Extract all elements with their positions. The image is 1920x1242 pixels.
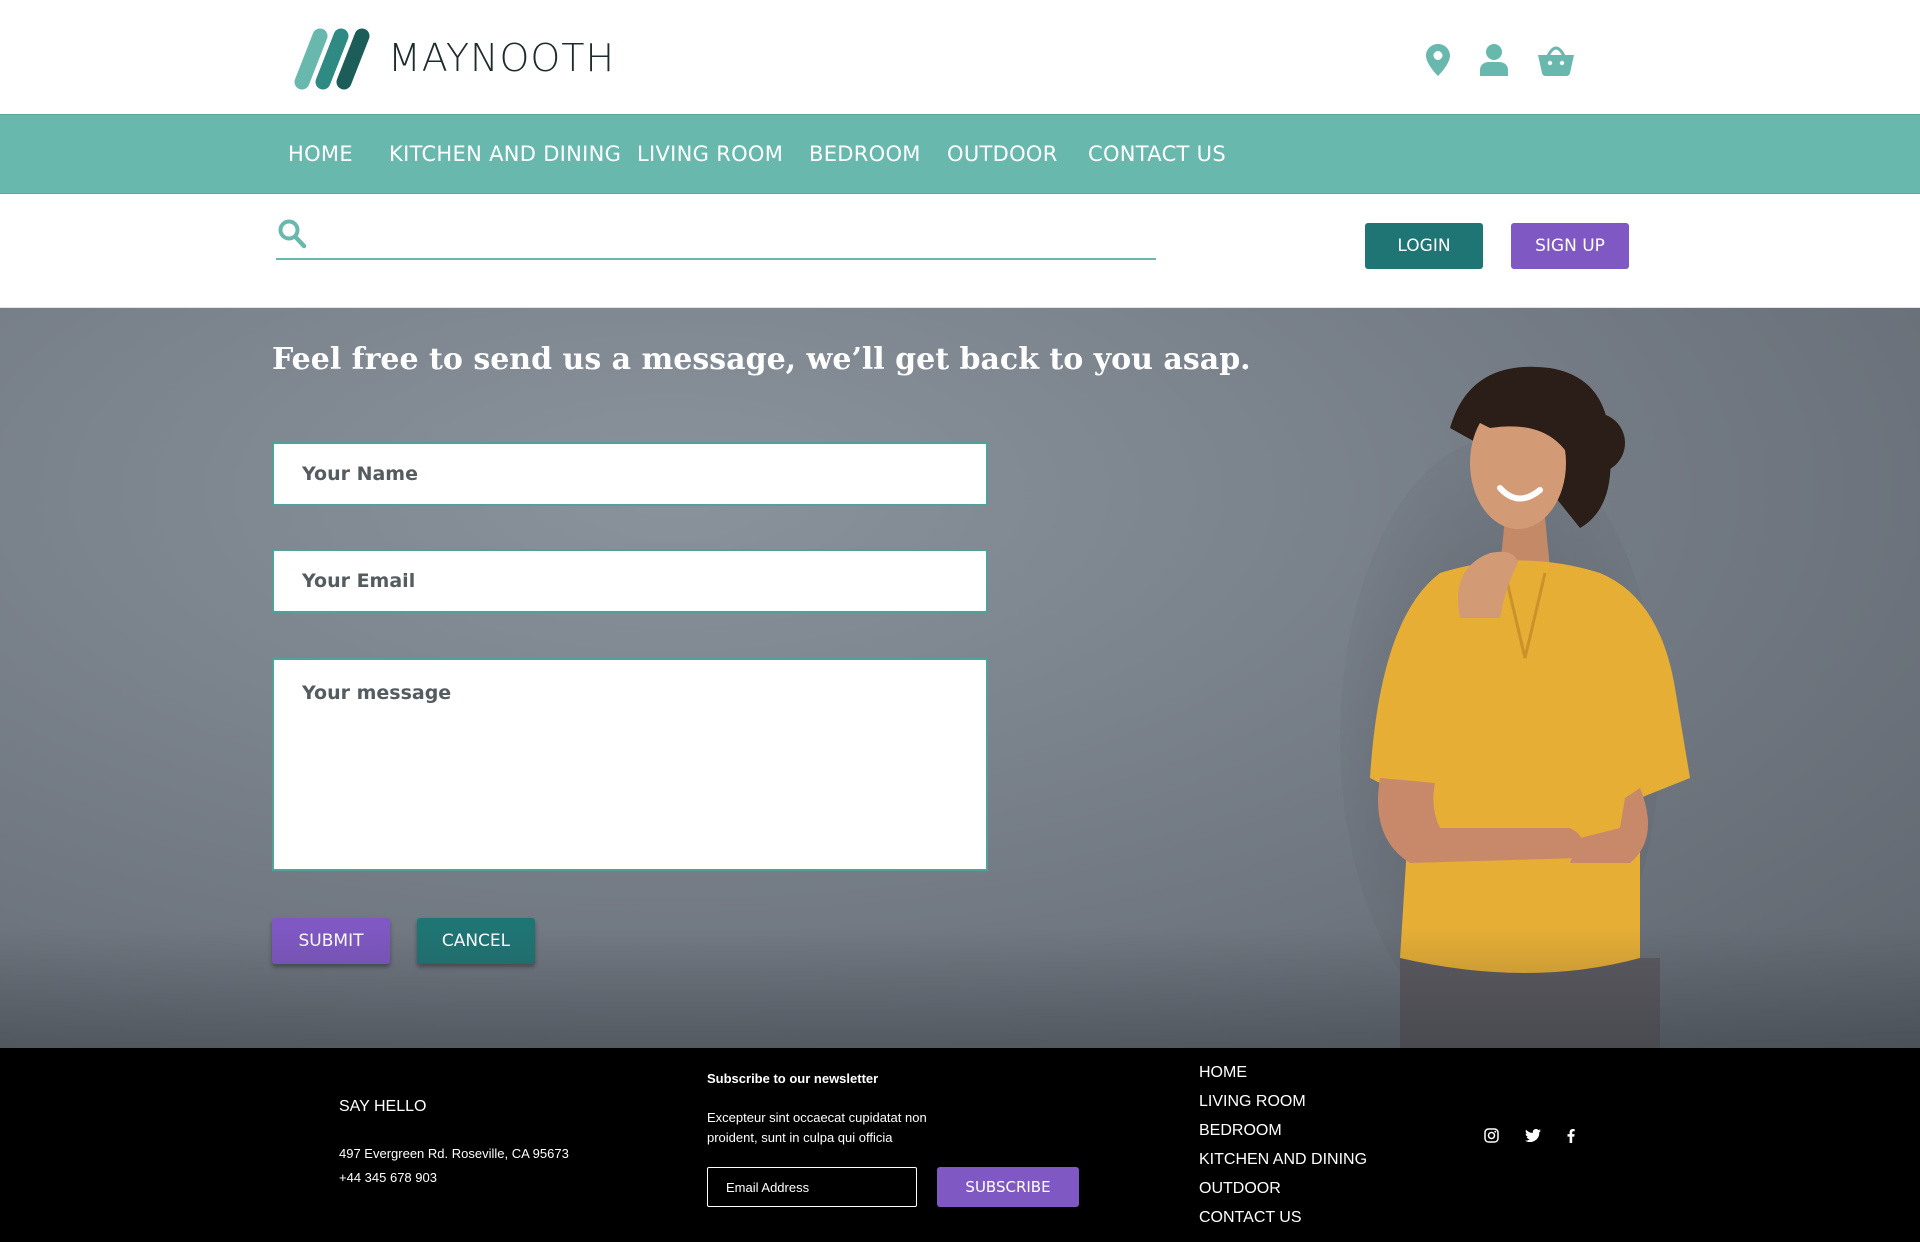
user-icon[interactable] (1480, 44, 1508, 76)
social-links (1484, 1128, 1575, 1143)
nav-item-contact-us[interactable]: CONTACT US (1088, 142, 1226, 166)
footer-say-hello: SAY HELLO (339, 1098, 427, 1115)
site-header: MAYNOOTH (0, 0, 1920, 114)
name-field-wrapper (272, 442, 988, 506)
email-field-wrapper (272, 549, 988, 613)
footer-address: 497 Evergreen Rd. Roseville, CA 95673 (339, 1146, 569, 1161)
twitter-icon[interactable] (1525, 1129, 1541, 1142)
site-footer: SAY HELLO 497 Evergreen Rd. Roseville, C… (0, 1048, 1920, 1242)
email-input[interactable] (274, 551, 986, 611)
contact-title: Feel free to send us a message, we’ll ge… (272, 342, 1251, 377)
search-bar: LOGIN SIGN UP (0, 194, 1920, 308)
signup-button[interactable]: SIGN UP (1511, 223, 1629, 269)
nav-item-bedroom[interactable]: BEDROOM (809, 142, 921, 166)
message-textarea[interactable] (274, 660, 986, 869)
nav-item-home[interactable]: HOME (288, 142, 353, 166)
name-input[interactable] (274, 444, 986, 504)
footer-nav-living-room[interactable]: LIVING ROOM (1199, 1093, 1306, 1111)
footer-nav-bedroom[interactable]: BEDROOM (1199, 1122, 1282, 1140)
header-icons (1426, 44, 1574, 76)
newsletter-text: Excepteur sint occaecat cupidatat non pr… (707, 1110, 927, 1145)
woman-photo (1340, 366, 1690, 1048)
submit-button[interactable]: SUBMIT (272, 918, 390, 964)
footer-nav-contact-us[interactable]: CONTACT US (1199, 1209, 1302, 1227)
brand-logo[interactable]: MAYNOOTH (290, 26, 615, 90)
location-pin-icon[interactable] (1426, 44, 1450, 76)
cancel-button[interactable]: CANCEL (417, 918, 535, 964)
shopping-basket-icon[interactable] (1538, 44, 1574, 76)
footer-phone: +44 345 678 903 (339, 1170, 437, 1185)
footer-nav-kitchen-and-dining[interactable]: KITCHEN AND DINING (1199, 1151, 1367, 1169)
logo-mark-icon (294, 28, 370, 90)
search-field (276, 218, 1156, 260)
main-nav: HOME KITCHEN AND DINING LIVING ROOM BEDR… (0, 114, 1920, 194)
newsletter-email-input[interactable] (707, 1167, 917, 1207)
subscribe-button[interactable]: SUBSCRIBE (937, 1167, 1079, 1207)
nav-item-kitchen-and-dining[interactable]: KITCHEN AND DINING (389, 142, 621, 166)
nav-item-outdoor[interactable]: OUTDOOR (947, 142, 1058, 166)
contact-hero: Feel free to send us a message, we’ll ge… (0, 308, 1920, 1048)
facebook-icon[interactable] (1567, 1128, 1575, 1143)
login-button[interactable]: LOGIN (1365, 223, 1483, 269)
search-icon[interactable] (278, 218, 308, 250)
message-field-wrapper (272, 658, 988, 871)
instagram-icon[interactable] (1484, 1128, 1499, 1143)
newsletter-title: Subscribe to our newsletter (707, 1071, 879, 1086)
footer-nav-outdoor[interactable]: OUTDOOR (1199, 1180, 1281, 1198)
nav-item-living-room[interactable]: LIVING ROOM (637, 142, 783, 166)
brand-name: MAYNOOTH (388, 36, 616, 80)
search-input[interactable] (324, 220, 1144, 256)
footer-nav-home[interactable]: HOME (1199, 1064, 1247, 1082)
